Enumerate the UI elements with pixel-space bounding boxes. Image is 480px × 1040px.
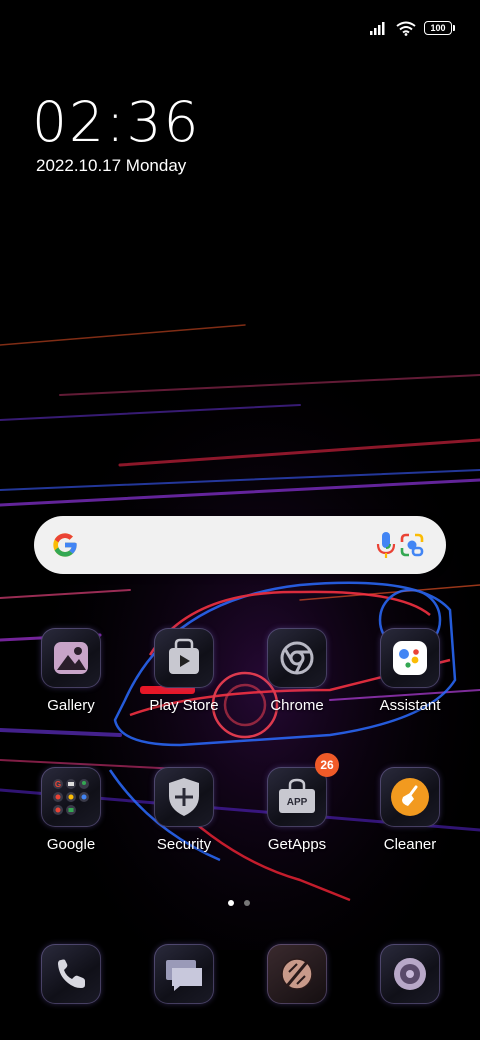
- page-dot: [244, 900, 250, 906]
- page-indicator[interactable]: [228, 900, 250, 906]
- google-search-bar[interactable]: [34, 516, 446, 574]
- app-label: Chrome: [270, 697, 324, 714]
- phone-icon: [41, 944, 101, 1004]
- camera-icon: [267, 944, 327, 1004]
- battery-indicator: 100: [424, 21, 455, 35]
- messages-icon: [154, 944, 214, 1004]
- mic-icon[interactable]: [374, 530, 398, 560]
- app-label: Assistant: [379, 697, 441, 714]
- clock-date[interactable]: 2022.10.17 Monday: [36, 156, 186, 176]
- app-getapps[interactable]: APP 26 GetApps: [242, 753, 352, 853]
- app-gallery[interactable]: Gallery: [16, 628, 126, 714]
- getapps-icon-text: APP: [287, 797, 308, 808]
- play-store-icon: [154, 628, 214, 688]
- google-folder-icon: G: [41, 767, 101, 827]
- dock-phone[interactable]: [16, 944, 126, 1004]
- music-icon: [380, 944, 440, 1004]
- page-dot-active: [228, 900, 234, 906]
- cleaner-icon: [380, 767, 440, 827]
- app-play-store[interactable]: Play Store: [129, 628, 239, 714]
- app-cleaner[interactable]: Cleaner: [355, 767, 465, 853]
- signal-icon: [370, 22, 385, 35]
- status-bar: 100: [370, 18, 455, 38]
- app-label: Google: [46, 836, 96, 853]
- google-lens-icon[interactable]: [399, 532, 425, 558]
- app-assistant[interactable]: Assistant: [355, 628, 465, 714]
- dock-messages[interactable]: [129, 944, 239, 1004]
- assistant-icon: [380, 628, 440, 688]
- chrome-icon: [267, 628, 327, 688]
- app-label: Security: [156, 836, 212, 853]
- app-google-folder[interactable]: G Google: [16, 767, 126, 853]
- app-chrome[interactable]: Chrome: [242, 628, 352, 714]
- security-icon: [154, 767, 214, 827]
- app-label: GetApps: [267, 836, 327, 853]
- app-label: Gallery: [47, 697, 95, 714]
- wifi-icon: [396, 21, 416, 36]
- dock-camera[interactable]: [242, 944, 352, 1004]
- app-security[interactable]: Security: [129, 767, 239, 853]
- svg-text:G: G: [55, 780, 61, 789]
- getapps-icon: APP 26: [267, 753, 339, 827]
- dock-music[interactable]: [355, 944, 465, 1004]
- app-label: Play Store: [149, 697, 219, 714]
- google-g-icon: [53, 533, 77, 557]
- notification-badge: 26: [315, 753, 339, 777]
- gallery-icon: [41, 628, 101, 688]
- clock-time[interactable]: 02:36: [32, 90, 201, 154]
- app-label: Cleaner: [383, 836, 437, 853]
